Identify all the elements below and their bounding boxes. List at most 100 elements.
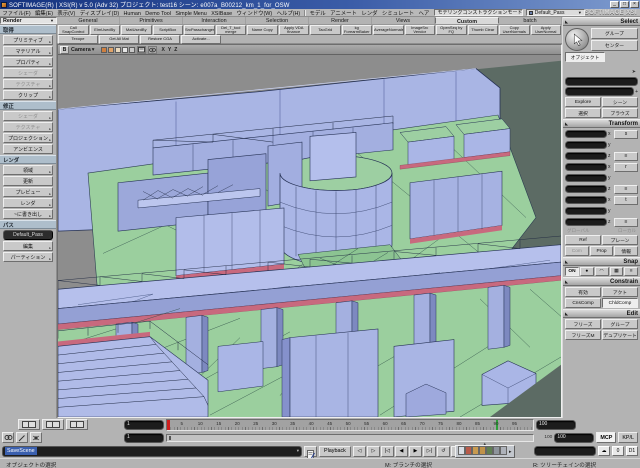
toolbar-button[interactable]: 更新 [3,176,53,186]
memo-cam-swatch[interactable] [129,47,135,53]
construction-mode-dropdown[interactable]: モデリングコンストラクションモード ▼ [434,9,522,16]
go-to-start-button[interactable]: |◁ [381,446,394,457]
menu-item[interactable]: ヘア [416,11,431,17]
toolbar-selector-dropdown[interactable]: Render ▼ [0,17,57,24]
cloud-button[interactable]: ☁ [598,446,610,456]
shelf-button[interactable]: Texope [58,35,98,44]
browse-button[interactable]: ブラウズ [602,108,638,118]
toolbar-button[interactable]: プロジェクション▸ [3,133,53,143]
memo-cam-swatch[interactable] [108,47,114,53]
tab-selection[interactable]: Selection [246,17,309,24]
shelf-button[interactable]: Copy UserNormals [499,25,530,35]
toolbar-button[interactable]: マテリアル▸ [3,46,53,56]
palette-tile[interactable] [472,446,479,455]
shelf-button[interactable]: Del_T_tool merge [216,25,247,35]
floating-tool-palette[interactable]: ▲ ▸ [455,445,515,458]
close-button[interactable]: × [630,1,639,8]
shelf-button[interactable]: kg ForearmBaker [342,25,373,35]
plane-button[interactable]: プレーン [602,235,638,245]
toolbar-button[interactable]: 領域▸ [3,165,53,175]
object-button[interactable]: オブジェクト [565,52,605,62]
d1-button[interactable]: D1 [626,446,638,456]
srt-button-s[interactable]: s [614,130,638,139]
edit-button[interactable]: グループ [602,319,638,329]
toolbar-button[interactable]: クリップ▸ [3,90,53,100]
transform-value-field[interactable] [565,218,607,226]
range-track[interactable] [166,434,534,442]
toolbar-button[interactable]: レンダ▸ [3,198,53,208]
menu-item[interactable]: ウィンドウ(W) [234,11,274,17]
menu-item[interactable]: シミュレート [380,11,417,17]
menu-item[interactable]: Demo Tool [143,11,173,17]
shelf-button[interactable]: Call SnapControl [58,25,89,35]
toolbar-button[interactable]: パーティション▸ [3,252,53,262]
loop-toggle-button[interactable]: ↺ [437,446,450,457]
center-button[interactable]: センター [591,40,638,51]
snap-panel-header[interactable]: ◣ Snap [563,257,640,266]
ref-button[interactable]: Ref [565,235,601,245]
transform-option-button[interactable]: 情報 [614,246,638,256]
memo-cam-swatch[interactable] [122,47,128,53]
shelf-button[interactable]: OpenSeq by FQ [436,25,467,35]
palette-tile[interactable] [486,446,493,455]
viewport-titlebar[interactable]: B Camera ▾ XYZ [58,45,561,55]
shelf-button[interactable]: ScriptBox [153,25,184,35]
transform-value-field[interactable] [565,141,607,149]
pass-dropdown[interactable]: Default_Pass ▼ [526,9,585,16]
palette-tile[interactable] [493,446,500,455]
transform-value-field[interactable] [565,163,607,171]
constrain-comp-button[interactable]: CnsComp [565,298,601,308]
frame-step-forward-button[interactable]: ▷ [367,446,380,457]
selection-field-2[interactable] [565,87,634,96]
shelf-button[interactable]: Activate... [181,35,221,44]
menu-item[interactable]: レンダ [359,11,380,17]
selection-button[interactable]: 選択 [565,108,601,118]
menu-item[interactable]: 編集(E) [33,11,55,17]
srt-button-r[interactable]: r [614,163,638,172]
shelf-button[interactable]: SrcPasschanges [184,25,215,35]
viewport-axis-letter-z[interactable]: Z [174,47,177,53]
palette-tile[interactable] [500,446,507,455]
group-button[interactable]: グループ [591,28,638,39]
script-editor-button[interactable] [304,446,317,457]
toolbar-button[interactable]: Default_Pass▸ [3,230,53,240]
menu-item[interactable]: XSIBase [209,11,234,17]
memo-cam-swatch[interactable] [115,47,121,53]
transform-panel-header[interactable]: ◣ Transform [563,119,640,128]
tab-views[interactable]: Views [372,17,435,24]
constrain-panel-header[interactable]: ◣ Constrain [563,277,640,286]
go-to-end-button[interactable]: ▷| [423,446,436,457]
transform-value-field[interactable] [565,130,607,138]
toolbar-button[interactable]: ~に書き出し▸ [3,209,53,219]
shelf-button[interactable]: MatUsedBy [121,25,152,35]
srt-button-t[interactable]: t [614,196,638,205]
palette-tile[interactable] [465,446,472,455]
toolbar-button[interactable]: アンビエンス [3,144,53,154]
playhead[interactable] [167,420,170,430]
playback-menu-button[interactable]: Playback [319,446,351,457]
frame-step-back-button[interactable]: ◁ [353,446,366,457]
tab-primitives[interactable]: Primitives [120,17,183,24]
tab-interaction[interactable]: Interaction [183,17,246,24]
toolbar-button[interactable]: プロパティ▸ [3,57,53,67]
camera-selector-dropdown[interactable]: Camera ▾ [71,47,95,53]
transform-value-field[interactable] [565,174,607,182]
transform-value-field[interactable] [565,185,607,193]
snap-on-toggle[interactable]: ON [565,267,579,276]
maximize-button[interactable]: □ [620,1,629,8]
script-command-field[interactable]: SaveScene ▾ [2,446,302,457]
transform-value-field[interactable] [565,196,607,204]
edit-button[interactable]: フリーズ [565,319,601,329]
memo-cam-swatch[interactable] [101,47,107,53]
frame-readout-field[interactable] [534,446,596,456]
eye-icon[interactable] [148,46,157,54]
constrain-button[interactable]: 有効 [565,287,601,297]
viewport-axis-letter-y[interactable]: Y [168,47,171,53]
layout-button-2[interactable] [42,419,64,430]
shelf-button[interactable]: Apply VDA finance [279,25,310,35]
constrain-comp-button[interactable]: ChldComp [602,298,638,308]
shelf-button[interactable]: ElmUsedBy [90,25,121,35]
transform-value-field[interactable] [565,152,607,160]
menu-item[interactable]: ファイル(F) [0,11,33,17]
edit-button[interactable]: フリーズM [565,330,601,340]
